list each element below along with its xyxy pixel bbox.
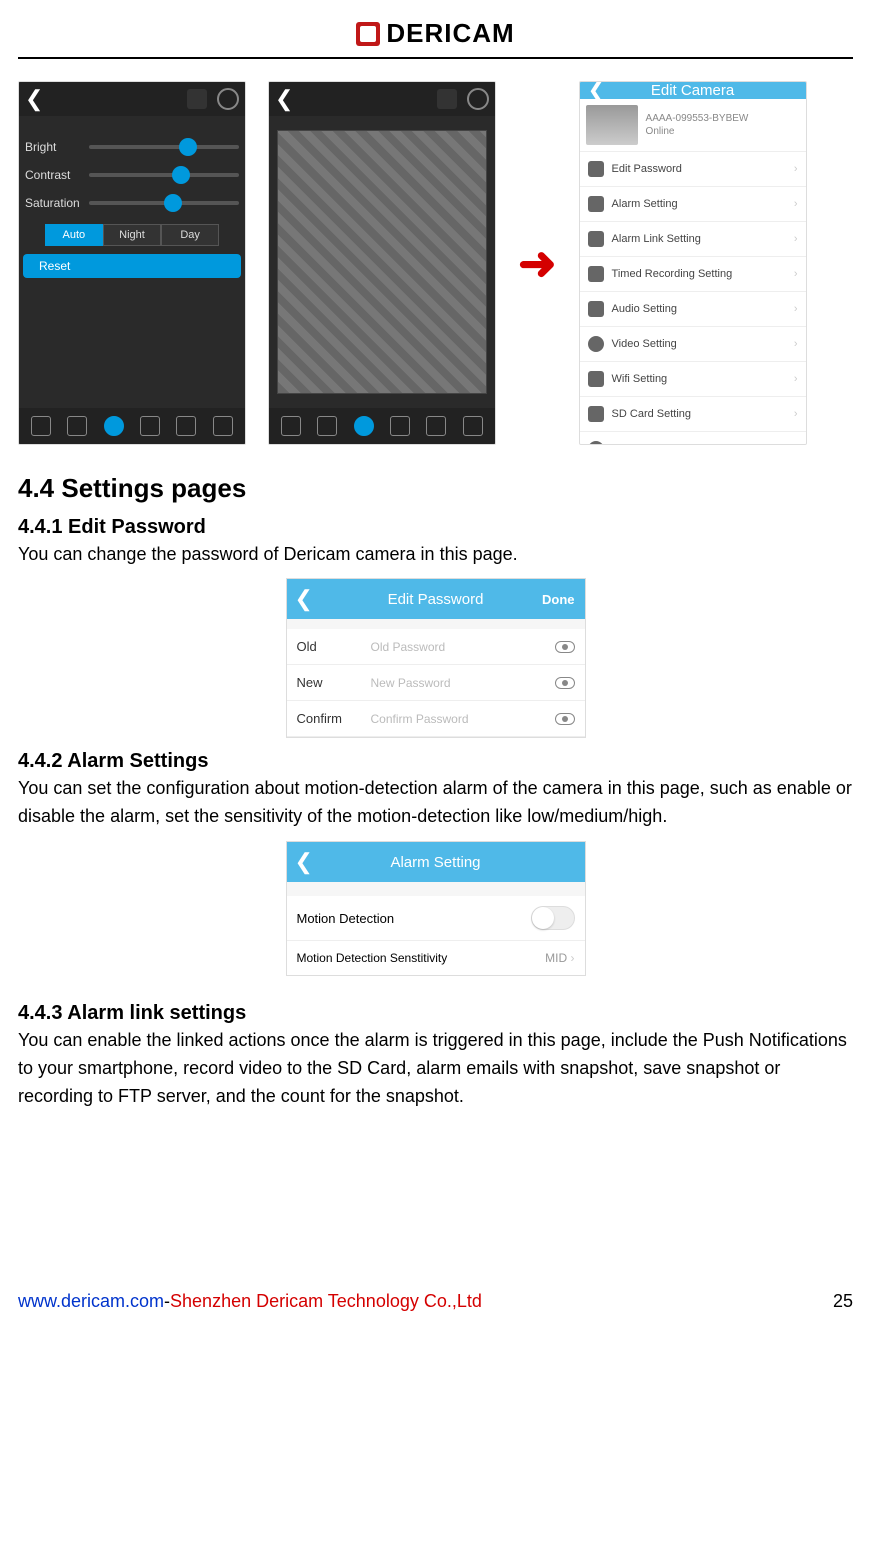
- menu-timed-recording[interactable]: Timed Recording Setting›: [580, 257, 806, 292]
- alarm-setting-screen: ❮ Alarm Setting Motion Detection Motion …: [286, 841, 586, 976]
- page-number: 25: [833, 1291, 853, 1312]
- gear-icon[interactable]: [217, 88, 239, 110]
- chevron-right-icon: ›: [794, 198, 798, 210]
- chevron-right-icon: ›: [794, 408, 798, 420]
- gear-icon[interactable]: [467, 88, 489, 110]
- speaker-icon: [588, 301, 604, 317]
- page-footer: www.dericam.com-Shenzhen Dericam Technol…: [18, 1291, 853, 1312]
- bottom-toolbar: [19, 408, 245, 444]
- screen-title: Edit Camera: [651, 82, 734, 99]
- brand-text: DERICAM: [386, 18, 514, 49]
- menu-wifi[interactable]: Wifi Setting›: [580, 362, 806, 397]
- toolbar-mic-icon[interactable]: [426, 416, 446, 436]
- back-icon[interactable]: ❮: [295, 586, 313, 612]
- back-icon[interactable]: ❮: [295, 849, 313, 875]
- section-4.4.2-heading: 4.4.2 Alarm Settings: [18, 750, 853, 773]
- brand-logo: DERICAM: [356, 18, 514, 49]
- clock-icon: [588, 441, 604, 445]
- toolbar-gallery-icon[interactable]: [31, 416, 51, 436]
- toolbar-record-icon[interactable]: [390, 416, 410, 436]
- slider-bright[interactable]: Bright: [25, 140, 239, 154]
- done-button[interactable]: Done: [542, 592, 575, 607]
- section-4.4.1-heading: 4.4.1 Edit Password: [18, 516, 853, 539]
- wifi-icon: [588, 371, 604, 387]
- camera-id: AAAA-099553-BYBEW: [646, 112, 749, 125]
- slider-contrast[interactable]: Contrast: [25, 168, 239, 182]
- menu-time[interactable]: Device Time Setting›: [580, 432, 806, 445]
- bell-icon: [588, 196, 604, 212]
- chevron-right-icon: ›: [571, 951, 575, 965]
- section-4.4.2-text: You can set the configuration about moti…: [18, 775, 853, 831]
- old-password-row[interactable]: Old Old Password: [287, 629, 585, 665]
- screenshot-row: ❮ Bright Contrast Saturation: [18, 81, 853, 445]
- back-icon[interactable]: ❮: [25, 86, 43, 112]
- camera-preview: [277, 130, 487, 394]
- phone-edit-camera: ❮ Edit Camera AAAA-099553-BYBEW Online E…: [579, 81, 807, 445]
- back-icon[interactable]: ❮: [275, 86, 293, 112]
- toolbar-gallery-icon[interactable]: [281, 416, 301, 436]
- reset-button[interactable]: Reset: [23, 254, 241, 278]
- phone-preview: ❮: [268, 81, 496, 445]
- motion-sensitivity-row[interactable]: Motion Detection Senstitivity MID ›: [287, 941, 585, 975]
- toolbar-mic-icon[interactable]: [176, 416, 196, 436]
- motion-detection-toggle[interactable]: [531, 906, 575, 930]
- toolbar-more-icon[interactable]: [463, 416, 483, 436]
- mode-day-button[interactable]: Day: [161, 224, 219, 246]
- chevron-right-icon: ›: [794, 268, 798, 280]
- chevron-right-icon: ›: [794, 443, 798, 445]
- menu-video[interactable]: Video Setting›: [580, 327, 806, 362]
- chevron-right-icon: ›: [794, 373, 798, 385]
- phone-sliders: ❮ Bright Contrast Saturation: [18, 81, 246, 445]
- toolbar-record-icon[interactable]: [140, 416, 160, 436]
- chevron-right-icon: ›: [794, 303, 798, 315]
- menu-edit-password[interactable]: Edit Password›: [580, 152, 806, 187]
- edit-password-screen: ❮ Edit Password Done Old Old Password Ne…: [286, 578, 586, 738]
- section-4.4.3-text: You can enable the linked actions once t…: [18, 1027, 853, 1111]
- bell-icon: [588, 231, 604, 247]
- camera-info: AAAA-099553-BYBEW Online: [580, 99, 806, 152]
- slider-saturation[interactable]: Saturation: [25, 196, 239, 210]
- new-password-row[interactable]: New New Password: [287, 665, 585, 701]
- chevron-right-icon: ›: [794, 233, 798, 245]
- eye-icon[interactable]: [555, 677, 575, 689]
- section-4.4.1-text: You can change the password of Dericam c…: [18, 541, 853, 569]
- menu-audio[interactable]: Audio Setting›: [580, 292, 806, 327]
- settings-toggle-icon[interactable]: [437, 89, 457, 109]
- footer-url: www.dericam.com: [18, 1291, 164, 1311]
- menu-sdcard[interactable]: SD Card Setting›: [580, 397, 806, 432]
- section-4.4.3-heading: 4.4.3 Alarm link settings: [18, 1002, 853, 1025]
- footer-company: Shenzhen Dericam Technology Co.,Ltd: [170, 1291, 482, 1311]
- camera-thumbnail: [586, 105, 638, 145]
- screen-title: Edit Password: [388, 591, 484, 608]
- sdcard-icon: [588, 406, 604, 422]
- settings-toggle-icon[interactable]: [187, 89, 207, 109]
- arrow-right-icon: ➜: [518, 236, 557, 290]
- menu-alarm-link[interactable]: Alarm Link Setting›: [580, 222, 806, 257]
- document-header: DERICAM: [18, 10, 853, 59]
- eye-icon[interactable]: [555, 641, 575, 653]
- camera-icon: [588, 266, 604, 282]
- toolbar-capture-icon[interactable]: [104, 416, 124, 436]
- chevron-right-icon: ›: [794, 163, 798, 175]
- camera-status: Online: [646, 125, 749, 138]
- screen-title: Alarm Setting: [390, 854, 480, 871]
- menu-alarm-setting[interactable]: Alarm Setting›: [580, 187, 806, 222]
- motion-detection-row[interactable]: Motion Detection: [287, 896, 585, 941]
- chevron-right-icon: ›: [794, 338, 798, 350]
- toolbar-capture-icon[interactable]: [354, 416, 374, 436]
- section-4.4-heading: 4.4 Settings pages: [18, 473, 853, 504]
- toolbar-view-icon[interactable]: [67, 416, 87, 436]
- logo-mark-icon: [356, 22, 380, 46]
- mode-auto-button[interactable]: Auto: [45, 224, 103, 246]
- back-icon[interactable]: ❮: [588, 81, 606, 104]
- toolbar-view-icon[interactable]: [317, 416, 337, 436]
- lock-icon: [588, 161, 604, 177]
- mode-night-button[interactable]: Night: [103, 224, 161, 246]
- record-icon: [588, 336, 604, 352]
- eye-icon[interactable]: [555, 713, 575, 725]
- toolbar-more-icon[interactable]: [213, 416, 233, 436]
- confirm-password-row[interactable]: Confirm Confirm Password: [287, 701, 585, 737]
